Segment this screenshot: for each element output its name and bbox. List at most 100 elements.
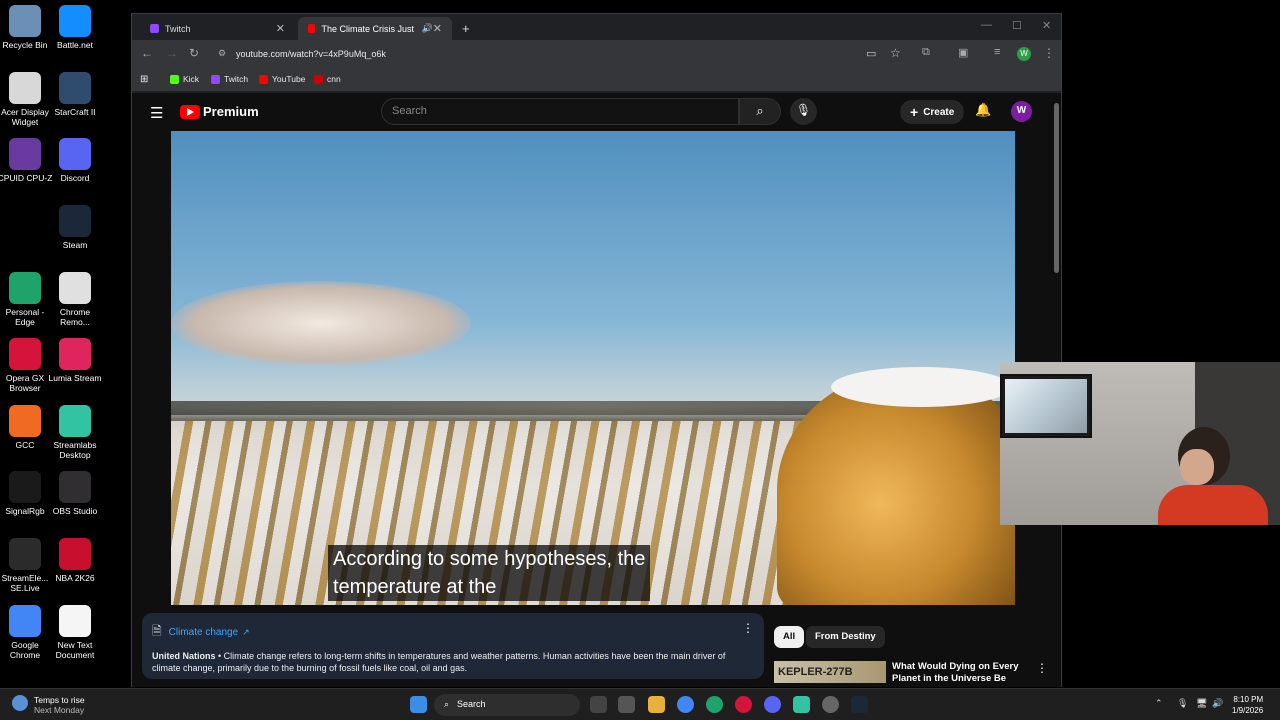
kick-icon bbox=[170, 74, 179, 84]
chip-all[interactable]: All bbox=[774, 626, 805, 648]
widgets-icon[interactable] bbox=[618, 696, 635, 713]
close-tab-icon[interactable]: ✕ bbox=[276, 22, 285, 35]
profile-avatar[interactable]: W bbox=[1017, 47, 1031, 61]
desktop-icon[interactable]: CPUID CPU-Z bbox=[0, 138, 53, 183]
address-bar[interactable]: ⚙ youtube.com/watch?v=4xP9uMq_o6k ▭ ☆ bbox=[210, 43, 1030, 65]
create-button[interactable]: + Create bbox=[900, 100, 965, 124]
app-icon bbox=[9, 72, 41, 104]
desktop-icon[interactable]: Battle.net bbox=[47, 5, 103, 50]
desktop-icon[interactable]: Acer Display Widget bbox=[0, 72, 53, 127]
browser-window: Twitch ✕ The Climate Crisis Just Hit a 🔊… bbox=[131, 13, 1062, 687]
new-tab-button[interactable]: + bbox=[456, 17, 476, 40]
desktop-icon[interactable]: SignalRgb bbox=[0, 471, 53, 516]
desktop-icon[interactable]: StreamEle... SE.Live bbox=[0, 538, 53, 593]
network-icon[interactable]: 🖥 bbox=[1196, 698, 1207, 709]
install-app-icon[interactable]: ▭ bbox=[866, 47, 876, 60]
video-player[interactable]: According to some hypotheses, the temper… bbox=[171, 131, 1015, 605]
maximize-icon[interactable]: ☐ bbox=[1012, 19, 1022, 32]
forward-icon[interactable]: → bbox=[166, 46, 178, 60]
obs-taskbar-icon[interactable] bbox=[822, 696, 839, 713]
task-view-icon[interactable] bbox=[590, 696, 607, 713]
search-button[interactable]: ⌕ bbox=[739, 98, 781, 125]
desktop-icon[interactable]: Lumia Stream bbox=[47, 338, 103, 383]
minimize-icon[interactable]: — bbox=[981, 19, 992, 31]
youtube-logo[interactable]: Premium bbox=[180, 104, 259, 119]
desktop-icon[interactable]: Personal - Edge bbox=[0, 272, 53, 327]
webcam-tv bbox=[1000, 374, 1092, 438]
reload-icon[interactable]: ↻ bbox=[189, 46, 199, 60]
close-tab-icon[interactable]: ✕ bbox=[433, 22, 442, 35]
related-video-title[interactable]: What Would Dying on Every Planet in the … bbox=[892, 661, 1030, 683]
side-panel-icon[interactable]: ▣ bbox=[958, 46, 968, 59]
voice-search-button[interactable]: 🎙 bbox=[790, 98, 817, 125]
media-controls-icon[interactable]: ≡ bbox=[994, 46, 1000, 58]
desktop-icon[interactable]: Recycle Bin bbox=[0, 5, 53, 50]
opera-gx-taskbar-icon[interactable] bbox=[735, 696, 752, 713]
tab-twitch[interactable]: Twitch ✕ bbox=[140, 17, 295, 40]
microphone-tray-icon[interactable]: 🎙 bbox=[1177, 698, 1188, 709]
app-icon bbox=[9, 538, 41, 570]
info-panel-title[interactable]: 🗎 Climate change ↗ bbox=[152, 622, 754, 643]
more-options-icon[interactable]: ⋮ bbox=[742, 621, 754, 635]
file-explorer-icon[interactable] bbox=[648, 696, 665, 713]
webcam-overlay bbox=[1000, 362, 1280, 525]
streamlabs-taskbar-icon[interactable] bbox=[793, 696, 810, 713]
desktop-icon[interactable]: NBA 2K26 bbox=[47, 538, 103, 583]
close-window-icon[interactable]: ✕ bbox=[1042, 19, 1051, 32]
tray-overflow-icon[interactable]: ⌃ bbox=[1155, 698, 1163, 709]
chrome-taskbar-icon[interactable] bbox=[677, 696, 694, 713]
taskbar-search[interactable]: ⌕ Search bbox=[434, 694, 580, 716]
steam-taskbar-icon[interactable] bbox=[851, 696, 868, 713]
windows-start-icon[interactable] bbox=[410, 696, 427, 713]
taskbar-search-label: Search bbox=[457, 699, 486, 709]
site-info-icon[interactable]: ⚙ bbox=[218, 48, 226, 59]
twitch-favicon-icon bbox=[150, 24, 159, 33]
system-clock[interactable]: 8:10 PM 1/9/2026 bbox=[1232, 694, 1263, 716]
desktop-icon[interactable]: Streamlabs Desktop bbox=[47, 405, 103, 460]
chrome-menu-icon[interactable]: ⋮ bbox=[1043, 46, 1055, 60]
desktop-icon[interactable]: StarCraft II bbox=[47, 72, 103, 117]
related-more-icon[interactable]: ⋮ bbox=[1036, 661, 1048, 675]
related-video-item[interactable]: KEPLER-277B What Would Dying on Every Pl… bbox=[774, 661, 1048, 685]
hamburger-menu-icon[interactable]: ☰ bbox=[150, 104, 163, 122]
desktop-icon[interactable]: Steam bbox=[47, 205, 103, 250]
notifications-bell-icon[interactable]: 🔔 bbox=[975, 102, 991, 118]
account-avatar[interactable]: W bbox=[1011, 101, 1032, 122]
bookmark-label: YouTube bbox=[272, 74, 306, 84]
video-caption: According to some hypotheses, the temper… bbox=[328, 545, 651, 601]
bookmark-youtube[interactable]: YouTube bbox=[259, 74, 305, 84]
edge-taskbar-icon[interactable] bbox=[706, 696, 723, 713]
desktop-icon[interactable]: New Text Document bbox=[47, 605, 103, 660]
search-input[interactable]: Search bbox=[381, 98, 739, 125]
desktop-icon-label: Battle.net bbox=[57, 40, 93, 50]
desktop-icon[interactable]: Opera GX Browser bbox=[0, 338, 53, 393]
apps-icon[interactable]: ⊞ bbox=[140, 74, 148, 85]
taskbar: Temps to rise Next Monday ⌕ Search ⌃ 🎙 🖥… bbox=[0, 688, 1280, 720]
bookmark-kick[interactable]: Kick bbox=[170, 74, 199, 84]
bookmark-star-icon[interactable]: ☆ bbox=[890, 46, 901, 60]
discord-taskbar-icon[interactable] bbox=[764, 696, 781, 713]
desktop-icon[interactable]: Chrome Remo... bbox=[47, 272, 103, 327]
related-video-thumbnail[interactable]: KEPLER-277B bbox=[774, 661, 886, 683]
desktop-icon-label: Discord bbox=[60, 173, 90, 183]
bookmark-cnn[interactable]: cnn bbox=[314, 74, 341, 84]
desktop-icon-label: Personal - Edge bbox=[5, 307, 45, 327]
speaker-icon[interactable]: 🔊 bbox=[422, 23, 433, 34]
weather-widget[interactable]: Temps to rise Next Monday bbox=[12, 695, 85, 715]
volume-icon[interactable]: 🔊 bbox=[1212, 698, 1223, 709]
desktop-icon[interactable]: OBS Studio bbox=[47, 471, 103, 516]
person-shirt bbox=[1158, 485, 1268, 525]
desktop-icon-label: SignalRgb bbox=[5, 506, 45, 516]
tab-youtube-video[interactable]: The Climate Crisis Just Hit a 🔊 ✕ bbox=[298, 17, 452, 40]
desktop-icon[interactable]: GCC bbox=[0, 405, 53, 450]
bookmark-twitch[interactable]: Twitch bbox=[211, 74, 248, 84]
bookmark-label: Twitch bbox=[224, 74, 249, 84]
desktop-icon[interactable]: Google Chrome bbox=[0, 605, 53, 660]
caption-line-2: temperature at the bbox=[333, 576, 497, 598]
extensions-icon[interactable]: ⧉ bbox=[922, 46, 930, 59]
scrollbar-thumb[interactable] bbox=[1054, 103, 1059, 273]
desktop-icon[interactable]: Discord bbox=[47, 138, 103, 183]
create-label: Create bbox=[923, 106, 955, 118]
back-icon[interactable]: ← bbox=[141, 46, 153, 60]
chip-from-destiny[interactable]: From Destiny bbox=[806, 626, 885, 648]
